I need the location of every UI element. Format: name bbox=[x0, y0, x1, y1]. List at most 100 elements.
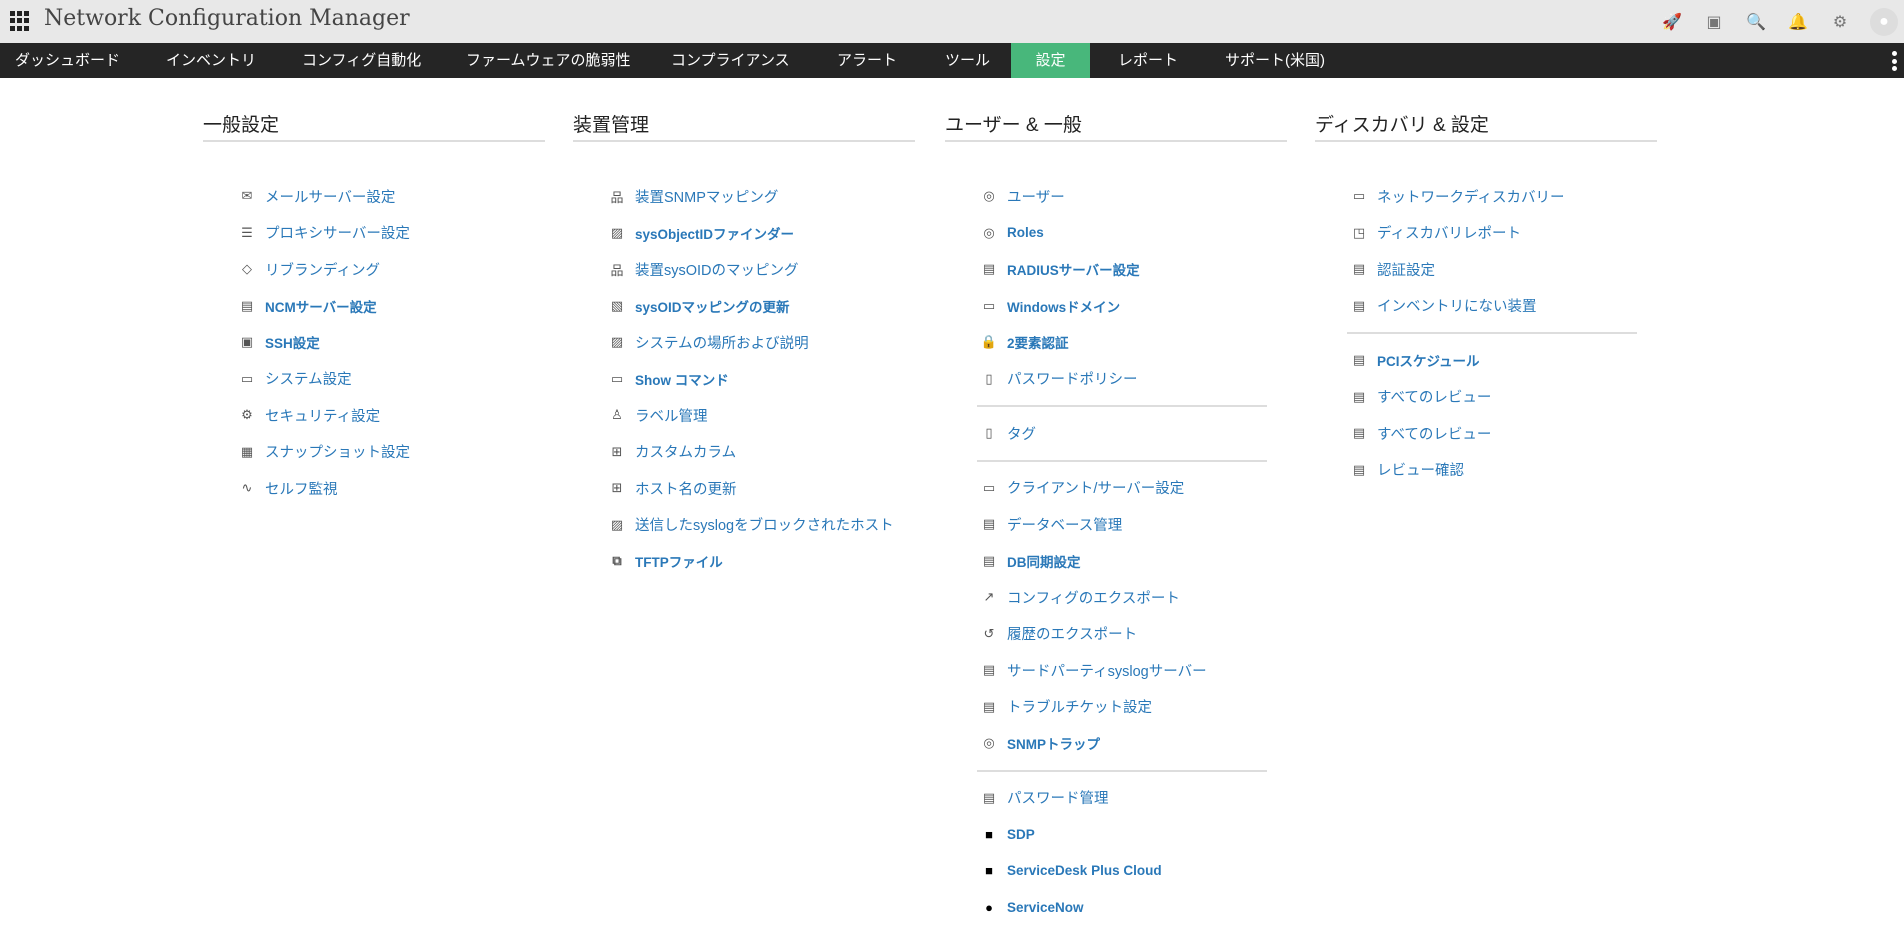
settings-link-label: 装置sysOIDのマッピング bbox=[635, 262, 799, 279]
settings-link[interactable]: 品装置sysOIDのマッピング bbox=[609, 251, 915, 288]
settings-link[interactable]: ▤ インベントリにない装置 bbox=[1351, 288, 1657, 325]
settings-column-0: 一般設定 ✉ メールサーバー設定 ☰ プロキシサーバー設定 ◇ リブランディング ▤ NCMサー… bbox=[203, 108, 545, 507]
tab-2[interactable]: コンフィグ自動化 bbox=[302, 43, 421, 78]
more-menu-icon[interactable] bbox=[1892, 51, 1898, 71]
settings-link[interactable]: ◎ ユーザー bbox=[981, 178, 1287, 215]
settings-item-icon: ▭ bbox=[982, 297, 996, 313]
settings-link-label: すべてのレビュー bbox=[1377, 426, 1492, 443]
settings-link[interactable]: ◳ ディスカバリレポート bbox=[1351, 215, 1657, 252]
settings-link[interactable]: ▭ クライアント/サーバー設定 bbox=[981, 470, 1287, 507]
settings-link[interactable]: ▨ 送信したsyslogをブロックされたホスト bbox=[609, 507, 915, 544]
settings-item-icon: ↗ bbox=[983, 589, 995, 605]
settings-link-label: リブランディング bbox=[265, 262, 380, 279]
settings-link-label: メールサーバー設定 bbox=[265, 189, 396, 206]
settings-link[interactable]: ▭ Show コマンド bbox=[609, 361, 915, 398]
settings-link[interactable]: ▤ 認証設定 bbox=[1351, 251, 1657, 288]
settings-link[interactable]: ▨ sysObjectIDファインダー bbox=[609, 215, 915, 252]
settings-link[interactable]: ♙ ラベル管理 bbox=[609, 397, 915, 434]
bell-icon[interactable]: 🔔 bbox=[1786, 10, 1810, 34]
settings-link[interactable]: ▤ DB同期設定 bbox=[981, 543, 1287, 580]
settings-link[interactable]: ● ServiceNow bbox=[981, 889, 1287, 926]
settings-link[interactable]: ☰ プロキシサーバー設定 bbox=[239, 215, 545, 252]
settings-item-icon: ▤ bbox=[1352, 352, 1366, 368]
settings-link[interactable]: ▤ RADIUSサーバー設定 bbox=[981, 251, 1287, 288]
settings-link[interactable]: ▤ NCMサーバー設定 bbox=[239, 288, 545, 325]
settings-item-icon: ▤ bbox=[982, 662, 996, 678]
settings-link[interactable]: ▣ SSH設定 bbox=[239, 324, 545, 361]
settings-link-label: Show コマンド bbox=[635, 372, 729, 388]
settings-link[interactable]: ⚙ セキュリティ設定 bbox=[239, 397, 545, 434]
settings-link[interactable]: ↺ 履歴のエクスポート bbox=[981, 616, 1287, 653]
settings-item-icon: 🔒 bbox=[980, 334, 998, 350]
settings-item-icon: ▤ bbox=[1352, 425, 1366, 441]
tab-9[interactable]: サポート(米国) bbox=[1225, 43, 1325, 78]
tab-0[interactable]: ダッシュボード bbox=[15, 43, 120, 78]
settings-link[interactable]: ∿ セルフ監視 bbox=[239, 470, 545, 507]
tab-7[interactable]: 設定 bbox=[1011, 43, 1090, 78]
search-icon[interactable]: 🔍 bbox=[1744, 10, 1768, 34]
settings-link[interactable]: ▤ トラブルチケット設定 bbox=[981, 689, 1287, 726]
settings-item-icon: ▯ bbox=[985, 425, 993, 441]
settings-link-label: ユーザー bbox=[1007, 189, 1065, 206]
settings-link[interactable]: ▨ システムの場所および説明 bbox=[609, 324, 915, 361]
settings-link[interactable]: ▯ パスワードポリシー bbox=[981, 361, 1287, 398]
settings-link[interactable]: ▤ PCIスケジュール bbox=[1351, 342, 1657, 379]
settings-link[interactable]: ▤ パスワード管理 bbox=[981, 780, 1287, 817]
settings-item-icon: ■ bbox=[985, 863, 993, 879]
settings-item-icon: ▭ bbox=[1352, 188, 1366, 204]
settings-link[interactable]: ✉ メールサーバー設定 bbox=[239, 178, 545, 215]
tab-4[interactable]: コンプライアンス bbox=[671, 43, 790, 78]
settings-link[interactable]: ▦ スナップショット設定 bbox=[239, 434, 545, 471]
settings-item-icon: ▤ bbox=[1352, 261, 1366, 277]
settings-link[interactable]: 🔒 2要素認証 bbox=[981, 324, 1287, 361]
settings-link[interactable]: ▤ サードパーティsyslogサーバー bbox=[981, 652, 1287, 689]
tab-6[interactable]: ツール bbox=[945, 43, 990, 78]
settings-link[interactable]: ▭ Windowsドメイン bbox=[981, 288, 1287, 325]
settings-link[interactable]: ▤ レビュー確認 bbox=[1351, 452, 1657, 489]
tab-5[interactable]: アラート bbox=[837, 43, 897, 78]
tab-3[interactable]: ファームウェアの脆弱性 bbox=[466, 43, 631, 78]
user-avatar-icon[interactable]: ● bbox=[1870, 7, 1898, 36]
settings-item-icon: ◳ bbox=[1352, 224, 1366, 240]
settings-link-label: ラベル管理 bbox=[635, 408, 708, 425]
settings-link[interactable]: ▭ ネットワークディスカバリー bbox=[1351, 178, 1657, 215]
settings-link[interactable]: ↗ コンフィグのエクスポート bbox=[981, 579, 1287, 616]
gear-icon[interactable]: ⚙ bbox=[1828, 10, 1852, 34]
settings-link[interactable]: ■ ServiceDesk Plus Cloud bbox=[981, 853, 1287, 890]
settings-link[interactable]: ◇ リブランディング bbox=[239, 251, 545, 288]
tab-1[interactable]: インベントリ bbox=[166, 43, 256, 78]
rocket-icon[interactable]: 🚀 bbox=[1660, 10, 1684, 34]
settings-item-icon: ▤ bbox=[982, 261, 996, 277]
settings-link[interactable]: 品装置SNMPマッピング bbox=[609, 178, 915, 215]
settings-link-label: パスワードポリシー bbox=[1007, 372, 1138, 389]
settings-item-icon: ▯ bbox=[985, 370, 993, 386]
settings-link-label: ServiceDesk Plus Cloud bbox=[1007, 863, 1162, 879]
settings-link[interactable]: ▯ タグ bbox=[981, 415, 1287, 452]
settings-link[interactable]: ⊞ カスタムカラム bbox=[609, 434, 915, 471]
settings-link-label: システムの場所および説明 bbox=[635, 335, 809, 352]
settings-link[interactable]: ■ SDP bbox=[981, 816, 1287, 853]
tab-8[interactable]: レポート bbox=[1118, 43, 1178, 78]
settings-link[interactable]: ▤ すべてのレビュー bbox=[1351, 379, 1657, 416]
settings-link[interactable]: ⊞ ホスト名の更新 bbox=[609, 470, 915, 507]
settings-link[interactable]: ◎ Roles bbox=[981, 215, 1287, 252]
settings-link-label: ServiceNow bbox=[1007, 899, 1084, 915]
settings-link-label: サードパーティsyslogサーバー bbox=[1007, 663, 1207, 680]
presentation-icon[interactable]: ▣ bbox=[1702, 10, 1726, 34]
settings-item-icon: ☰ bbox=[241, 224, 253, 240]
app-grid-icon[interactable] bbox=[10, 11, 30, 31]
divider bbox=[977, 769, 1267, 772]
settings-link[interactable]: ▭ システム設定 bbox=[239, 361, 545, 398]
settings-link[interactable]: ⧉ TFTPファイル bbox=[609, 543, 915, 580]
settings-item-icon: 品 bbox=[610, 189, 624, 205]
settings-link[interactable]: ▤ すべてのレビュー bbox=[1351, 415, 1657, 452]
settings-item-icon: ▣ bbox=[240, 334, 254, 350]
settings-link-label: Windowsドメイン bbox=[1007, 299, 1121, 315]
settings-link[interactable]: ▧ sysOIDマッピングの更新 bbox=[609, 288, 915, 325]
settings-item-icon: ▨ bbox=[610, 334, 624, 350]
settings-link[interactable]: ◎ SNMPトラップ bbox=[981, 725, 1287, 762]
settings-link[interactable]: ▤ データベース管理 bbox=[981, 506, 1287, 543]
settings-link-label: PCIスケジュール bbox=[1377, 354, 1480, 370]
settings-item-icon: ■ bbox=[985, 826, 993, 842]
divider bbox=[1347, 332, 1637, 334]
